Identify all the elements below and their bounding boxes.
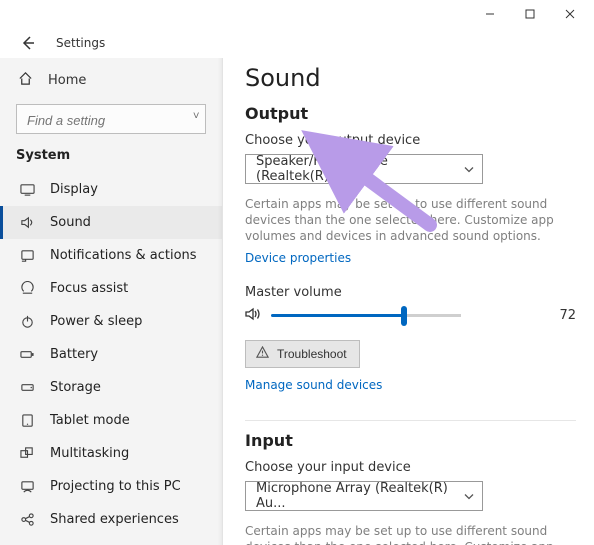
page-heading: Sound [245,64,576,92]
input-heading: Input [245,431,576,450]
sidebar-item-tablet-mode[interactable]: Tablet mode [0,404,222,437]
sidebar-item-storage[interactable]: Storage [0,371,222,404]
battery-icon [18,347,36,362]
storage-icon [18,380,36,395]
input-help-text: Certain apps may be set up to use differ… [245,523,575,545]
input-device-select[interactable]: Microphone Array (Realtek(R) Au... [245,481,483,511]
sidebar: Home ⱽ System Display Sound [0,58,223,545]
sidebar-item-display[interactable]: Display [0,173,222,206]
window-maximize-button[interactable] [510,2,550,26]
power-icon [18,314,36,329]
sound-icon [18,215,36,230]
sidebar-home-label: Home [48,73,86,88]
sidebar-home[interactable]: Home [0,62,222,100]
back-button[interactable] [16,31,40,55]
window-title-bar [0,0,594,28]
search-input[interactable]: ⱽ [16,104,206,134]
sidebar-item-sound[interactable]: Sound [0,206,222,239]
master-volume-label: Master volume [245,285,576,300]
sidebar-item-notifications[interactable]: Notifications & actions [0,239,222,272]
window-close-button[interactable] [550,2,590,26]
notifications-icon [18,248,36,263]
share-icon [18,512,36,527]
warning-icon [256,346,269,362]
sidebar-item-shared-experiences[interactable]: Shared experiences [0,503,222,536]
troubleshoot-label: Troubleshoot [277,347,347,361]
sidebar-item-label: Tablet mode [50,413,130,428]
window-minimize-button[interactable] [470,2,510,26]
output-device-properties-link[interactable]: Device properties [245,251,351,265]
tablet-icon [18,413,36,428]
manage-sound-devices-link[interactable]: Manage sound devices [245,378,382,392]
sidebar-item-battery[interactable]: Battery [0,338,222,371]
search-icon: ⱽ [193,112,199,127]
sidebar-item-label: Sound [50,215,91,230]
sidebar-item-label: Storage [50,380,101,395]
sidebar-item-label: Notifications & actions [50,248,197,263]
troubleshoot-button[interactable]: Troubleshoot [245,340,360,368]
sidebar-nav: Display Sound Notifications & actions Fo… [0,173,222,545]
content: Sound Output Choose your output device S… [223,58,594,545]
sidebar-item-multitasking[interactable]: Multitasking [0,437,222,470]
volume-value: 72 [559,308,576,323]
projecting-icon [18,479,36,494]
sidebar-item-label: Multitasking [50,446,129,461]
chevron-down-icon [464,163,474,176]
window-title: Settings [56,36,105,50]
chevron-down-icon [464,489,474,502]
volume-slider-thumb[interactable] [401,306,407,326]
output-heading: Output [245,104,576,123]
sidebar-item-clipboard[interactable]: Clipboard [0,536,222,545]
focus-assist-icon [18,281,36,296]
sidebar-item-label: Display [50,182,98,197]
sidebar-item-label: Focus assist [50,281,128,296]
sidebar-item-power-sleep[interactable]: Power & sleep [0,305,222,338]
sidebar-item-projecting[interactable]: Projecting to this PC [0,470,222,503]
multitasking-icon [18,446,36,461]
search-field[interactable] [25,105,181,135]
input-device-value: Microphone Array (Realtek(R) Au... [256,481,456,511]
display-icon [18,182,36,197]
sidebar-item-label: Battery [50,347,98,362]
section-label: System [0,144,222,173]
separator [245,420,576,421]
output-device-value: Speaker/Headphone (Realtek(R) A... [256,154,456,184]
sidebar-item-label: Shared experiences [50,512,179,527]
output-device-select[interactable]: Speaker/Headphone (Realtek(R) A... [245,154,483,184]
output-choose-label: Choose your output device [245,133,576,148]
speaker-icon [245,306,263,326]
sidebar-item-label: Projecting to this PC [50,479,181,494]
input-choose-label: Choose your input device [245,460,576,475]
output-help-text: Certain apps may be set up to use differ… [245,196,575,245]
home-icon [16,71,34,90]
sidebar-item-label: Power & sleep [50,314,142,329]
volume-slider[interactable] [271,314,461,317]
sidebar-item-focus-assist[interactable]: Focus assist [0,272,222,305]
